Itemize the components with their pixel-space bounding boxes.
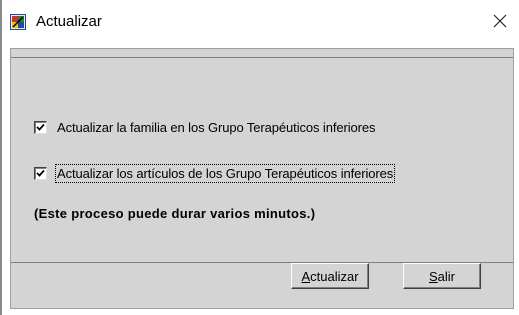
checkmark-icon <box>36 123 45 131</box>
exit-button[interactable]: Salir <box>403 263 481 289</box>
dialog-panel: Actualizar la familia en los Grupo Terap… <box>10 48 514 309</box>
title-bar[interactable]: Actualizar <box>2 0 519 48</box>
option-update-articles[interactable]: Actualizar los artículos de los Grupo Te… <box>34 164 396 183</box>
exit-button-mnemonic: S <box>428 268 438 284</box>
option-update-family[interactable]: Actualizar la familia en los Grupo Terap… <box>34 120 376 135</box>
duration-note: (Este proceso puede durar varios minutos… <box>34 206 316 221</box>
update-button[interactable]: Actualizar <box>291 263 369 289</box>
options-group <box>11 57 513 263</box>
update-family-label: Actualizar la familia en los Grupo Terap… <box>57 120 376 135</box>
exit-button-label: alir <box>437 268 455 284</box>
app-icon <box>10 14 26 30</box>
update-button-label: ctualizar <box>310 268 359 284</box>
update-articles-checkbox[interactable] <box>34 167 47 180</box>
close-button[interactable] <box>483 6 517 40</box>
close-icon <box>493 14 507 33</box>
update-button-mnemonic: A <box>301 268 311 284</box>
update-family-checkbox[interactable] <box>34 121 47 134</box>
window-title: Actualizar <box>36 13 102 30</box>
update-articles-label: Actualizar los artículos de los Grupo Te… <box>54 164 396 183</box>
checkmark-icon <box>36 169 45 177</box>
